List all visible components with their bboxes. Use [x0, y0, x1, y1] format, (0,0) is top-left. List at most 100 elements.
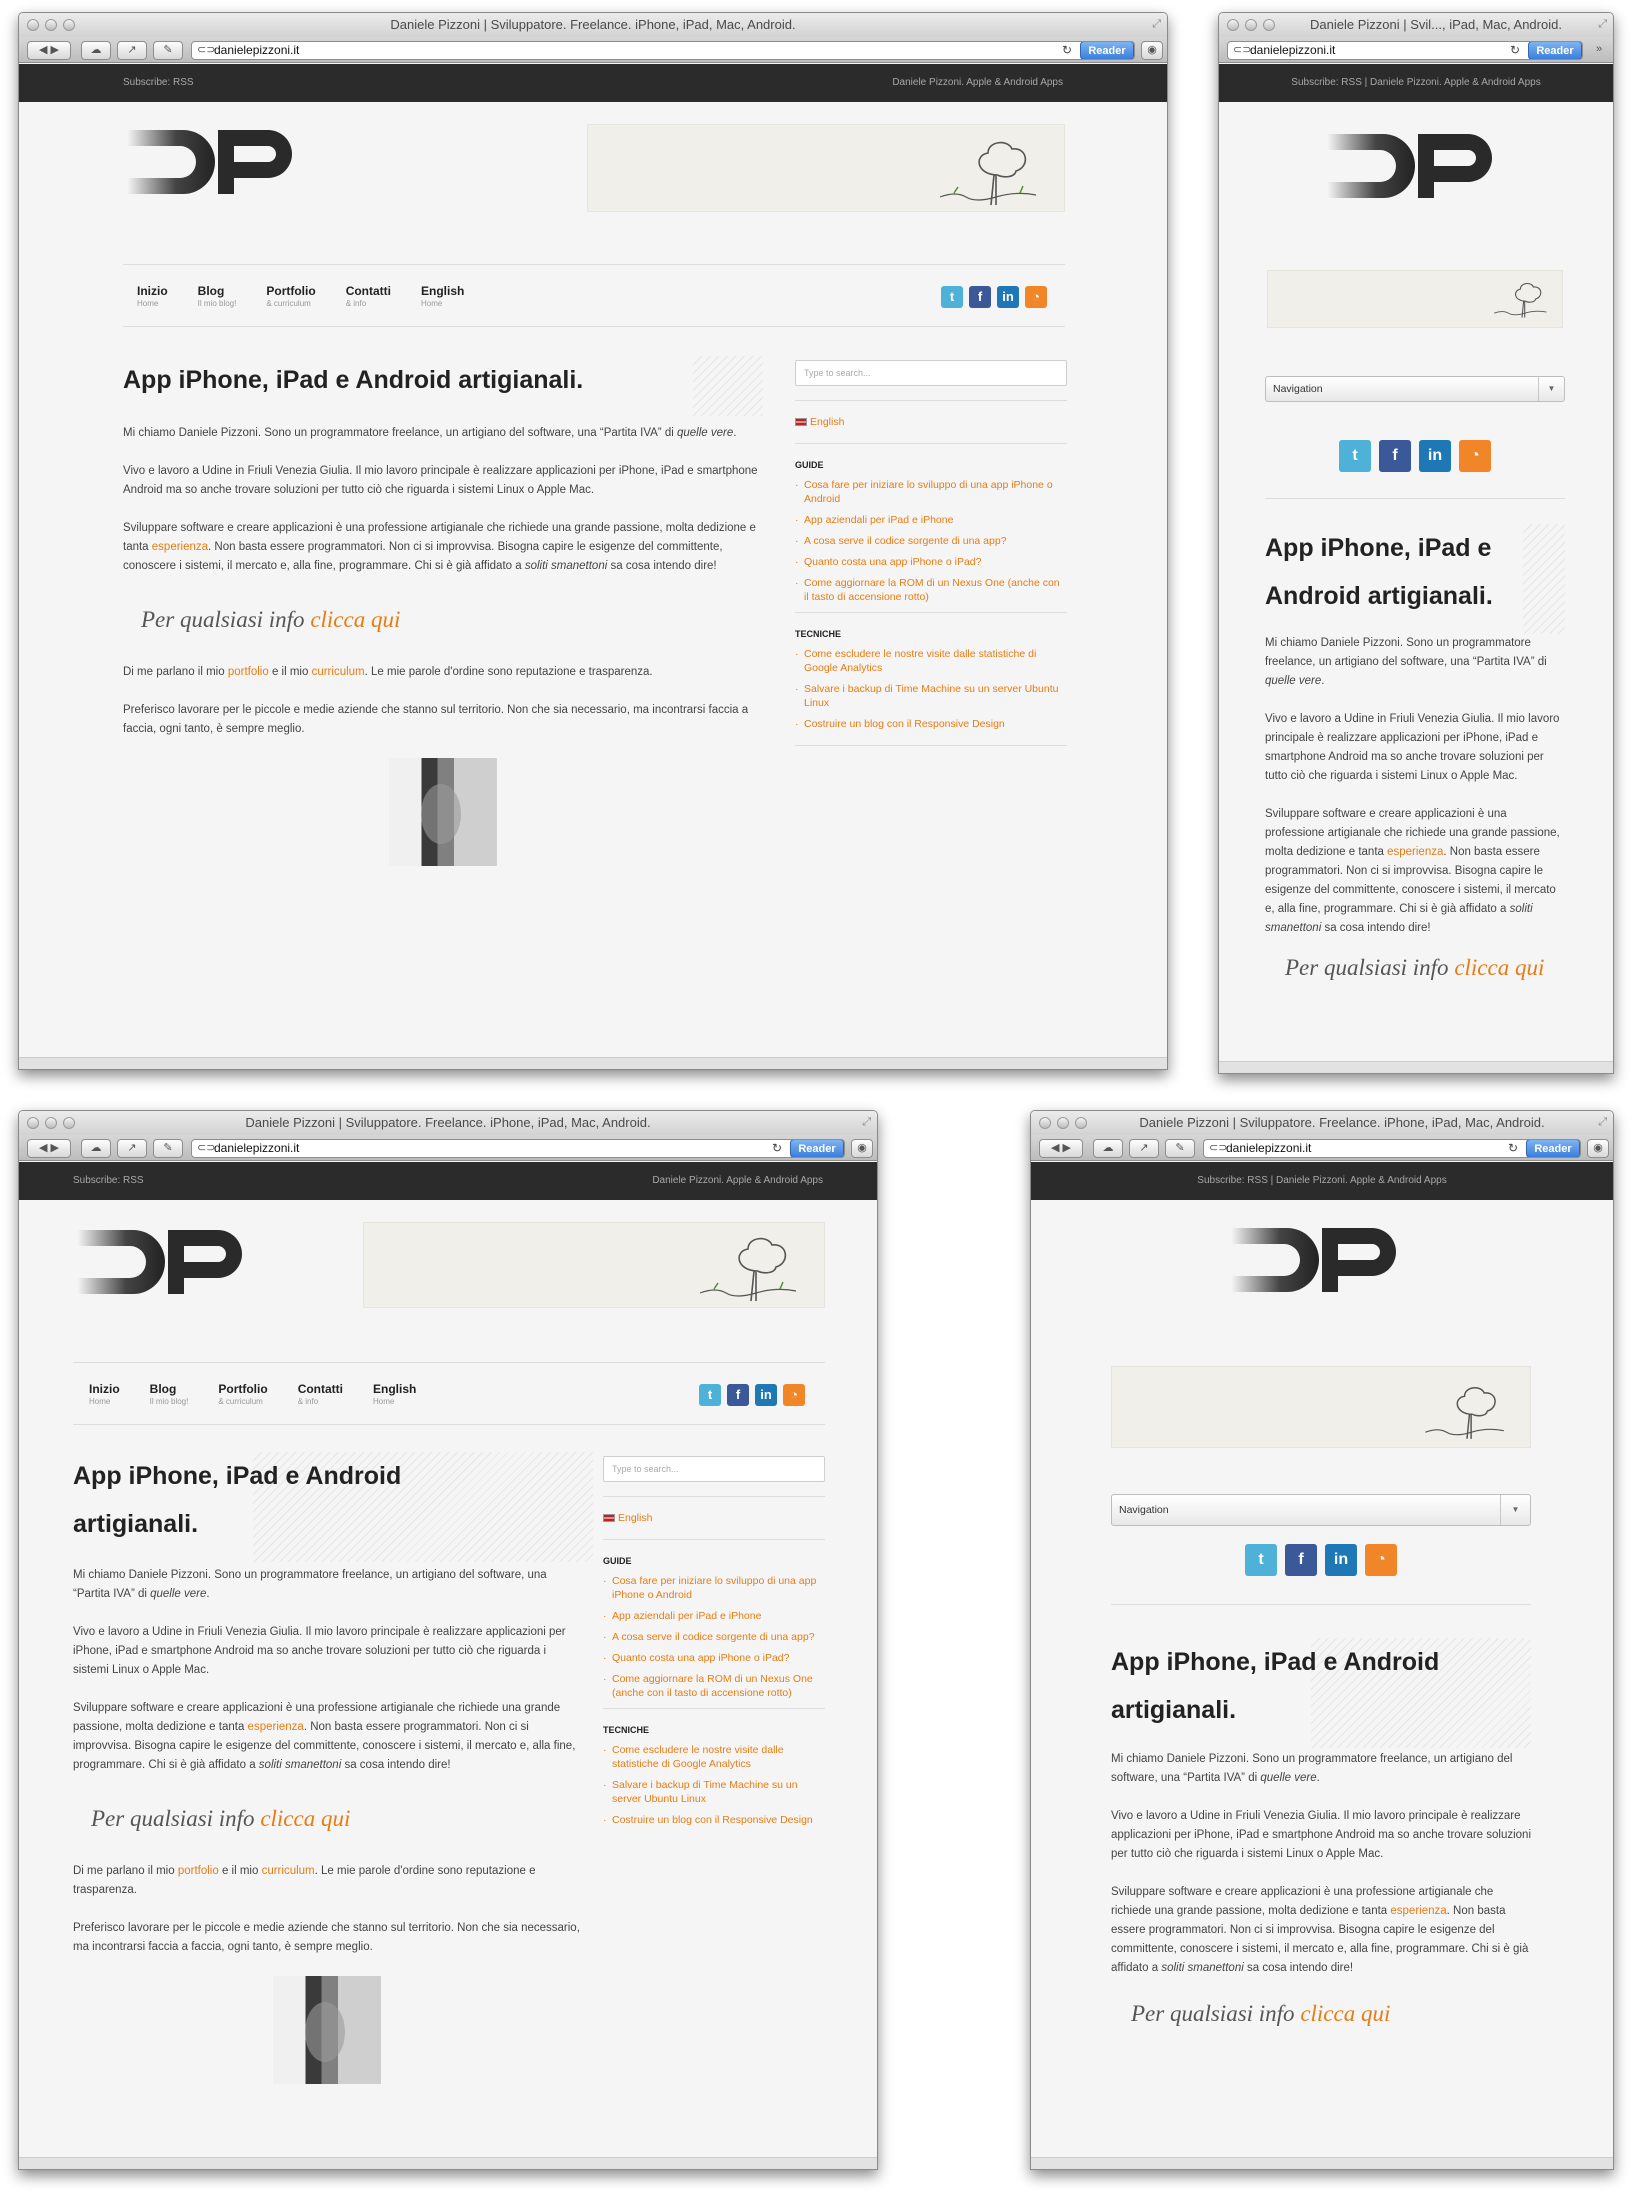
facebook-icon[interactable]: f: [969, 286, 991, 308]
list-item[interactable]: Come aggiornare la ROM di un Nexus One (…: [795, 576, 1067, 604]
traffic-lights[interactable]: [1227, 19, 1275, 31]
fullscreen-icon[interactable]: ⤢: [1152, 18, 1161, 30]
reload-icon[interactable]: ↻: [1510, 42, 1524, 59]
close-icon[interactable]: [27, 1117, 39, 1129]
list-item[interactable]: Come aggiornare la ROM di un Nexus One (…: [603, 1672, 825, 1700]
rss-icon[interactable]: ◔: [783, 1384, 805, 1406]
navigation-select[interactable]: Navigation ▼: [1265, 376, 1565, 402]
portfolio-link[interactable]: portfolio: [228, 666, 269, 678]
icloud-icon[interactable]: ☁: [81, 1139, 111, 1158]
minimize-icon[interactable]: [45, 19, 57, 31]
traffic-lights[interactable]: [27, 19, 75, 31]
experience-link[interactable]: esperienza: [152, 541, 208, 553]
search-input[interactable]: Type to search...: [603, 1456, 825, 1482]
zoom-icon[interactable]: [1075, 1117, 1087, 1129]
reader-button[interactable]: Reader: [1528, 42, 1582, 59]
icloud-icon[interactable]: ☁: [81, 41, 111, 60]
icloud-icon[interactable]: ☁: [1093, 1139, 1123, 1158]
subscribe-rss-link[interactable]: Subscribe: RSS: [73, 1162, 144, 1200]
minimize-icon[interactable]: [1057, 1117, 1069, 1129]
list-item[interactable]: A cosa serve il codice sorgente di una a…: [603, 1630, 825, 1644]
experience-link[interactable]: esperienza: [248, 1721, 304, 1733]
address-bar[interactable]: ⊂⊃ danielepizzoni.it ↻ Reader: [1227, 41, 1583, 60]
window-titlebar[interactable]: Daniele Pizzoni | Svil..., iPad, Mac, An…: [1219, 13, 1613, 37]
traffic-lights[interactable]: [27, 1117, 75, 1129]
linkedin-icon[interactable]: in: [1325, 1544, 1357, 1576]
facebook-icon[interactable]: f: [1285, 1544, 1317, 1576]
site-logo[interactable]: [73, 1224, 253, 1300]
portfolio-link[interactable]: portfolio: [178, 1865, 219, 1877]
list-item[interactable]: Salvare i backup di Time Machine su un s…: [603, 1778, 825, 1806]
window-titlebar[interactable]: Daniele Pizzoni | Sviluppatore. Freelanc…: [19, 13, 1167, 37]
twitter-icon[interactable]: t: [941, 286, 963, 308]
twitter-icon[interactable]: t: [1339, 440, 1371, 472]
site-logo[interactable]: [1227, 1222, 1407, 1298]
back-forward-buttons[interactable]: ◀ ▶: [27, 41, 71, 60]
downloads-icon[interactable]: ◉: [1141, 41, 1163, 60]
reader-button[interactable]: Reader: [1080, 42, 1134, 59]
zoom-icon[interactable]: [63, 19, 75, 31]
reload-icon[interactable]: ↻: [1508, 1140, 1522, 1157]
experience-link[interactable]: esperienza: [1390, 1905, 1446, 1917]
window-titlebar[interactable]: Daniele Pizzoni | Sviluppatore. Freelanc…: [1031, 1111, 1613, 1135]
rss-icon[interactable]: ◔: [1025, 286, 1047, 308]
address-bar[interactable]: ⊂⊃ danielepizzoni.it ↻ Reader: [191, 41, 1135, 60]
contact-link[interactable]: clicca qui: [310, 607, 400, 632]
curriculum-link[interactable]: curriculum: [262, 1865, 315, 1877]
facebook-icon[interactable]: f: [727, 1384, 749, 1406]
reload-icon[interactable]: ↻: [1062, 42, 1076, 59]
share-icon[interactable]: ↗: [117, 1139, 147, 1158]
twitter-icon[interactable]: t: [699, 1384, 721, 1406]
linkedin-icon[interactable]: in: [755, 1384, 777, 1406]
nav-item-contatti[interactable]: Contatti & info: [298, 1382, 343, 1406]
close-icon[interactable]: [1227, 19, 1239, 31]
fullscreen-icon[interactable]: ⤢: [862, 1116, 871, 1128]
list-item[interactable]: Come escludere le nostre visite dalle st…: [603, 1743, 825, 1771]
fullscreen-icon[interactable]: ⤢: [1598, 1116, 1607, 1128]
list-item[interactable]: Quanto costa una app iPhone o iPad?: [603, 1651, 825, 1665]
topbar-text[interactable]: Subscribe: RSS | Daniele Pizzoni. Apple …: [1219, 64, 1613, 102]
list-item[interactable]: Cosa fare per iniziare lo sviluppo di un…: [603, 1574, 825, 1602]
list-item[interactable]: Come escludere le nostre visite dalle st…: [795, 647, 1067, 675]
curriculum-link[interactable]: curriculum: [312, 666, 365, 678]
nav-item-english[interactable]: English Home: [421, 284, 464, 308]
list-item[interactable]: A cosa serve il codice sorgente di una a…: [795, 534, 1067, 548]
zoom-icon[interactable]: [1263, 19, 1275, 31]
facebook-icon[interactable]: f: [1379, 440, 1411, 472]
share-icon[interactable]: ↗: [1129, 1139, 1159, 1158]
english-link[interactable]: English: [795, 415, 1067, 429]
settings-icon[interactable]: ✎: [153, 41, 183, 60]
nav-item-english[interactable]: English Home: [373, 1382, 416, 1406]
reader-button[interactable]: Reader: [790, 1140, 844, 1157]
contact-link[interactable]: clicca qui: [260, 1806, 350, 1831]
contact-link[interactable]: clicca qui: [1454, 955, 1544, 980]
minimize-icon[interactable]: [45, 1117, 57, 1129]
search-input[interactable]: Type to search...: [795, 360, 1067, 386]
nav-item-contatti[interactable]: Contatti & info: [346, 284, 391, 308]
english-link[interactable]: English: [603, 1511, 825, 1525]
experience-link[interactable]: esperienza: [1387, 846, 1443, 858]
back-forward-buttons[interactable]: ◀ ▶: [27, 1139, 71, 1158]
list-item[interactable]: Cosa fare per iniziare lo sviluppo di un…: [795, 478, 1067, 506]
close-icon[interactable]: [1039, 1117, 1051, 1129]
share-icon[interactable]: ↗: [117, 41, 147, 60]
nav-item-portfolio[interactable]: Portfolio & curriculum: [218, 1382, 267, 1406]
contact-link[interactable]: clicca qui: [1300, 2001, 1390, 2026]
rss-icon[interactable]: ◔: [1365, 1544, 1397, 1576]
linkedin-icon[interactable]: in: [1419, 440, 1451, 472]
navigation-select[interactable]: Navigation ▼: [1111, 1494, 1531, 1526]
more-icon[interactable]: »: [1589, 41, 1609, 60]
reader-button[interactable]: Reader: [1526, 1140, 1580, 1157]
minimize-icon[interactable]: [1245, 19, 1257, 31]
linkedin-icon[interactable]: in: [997, 286, 1019, 308]
fullscreen-icon[interactable]: ⤢: [1598, 18, 1607, 30]
nav-item-blog[interactable]: Blog Il mio blog!: [150, 1382, 189, 1406]
list-item[interactable]: Costruire un blog con il Responsive Desi…: [795, 717, 1067, 731]
traffic-lights[interactable]: [1039, 1117, 1087, 1129]
settings-icon[interactable]: ✎: [153, 1139, 183, 1158]
list-item[interactable]: Salvare i backup di Time Machine su un s…: [795, 682, 1067, 710]
rss-icon[interactable]: ◔: [1459, 440, 1491, 472]
settings-icon[interactable]: ✎: [1165, 1139, 1195, 1158]
site-logo[interactable]: [1323, 128, 1503, 204]
window-titlebar[interactable]: Daniele Pizzoni | Sviluppatore. Freelanc…: [19, 1111, 877, 1135]
